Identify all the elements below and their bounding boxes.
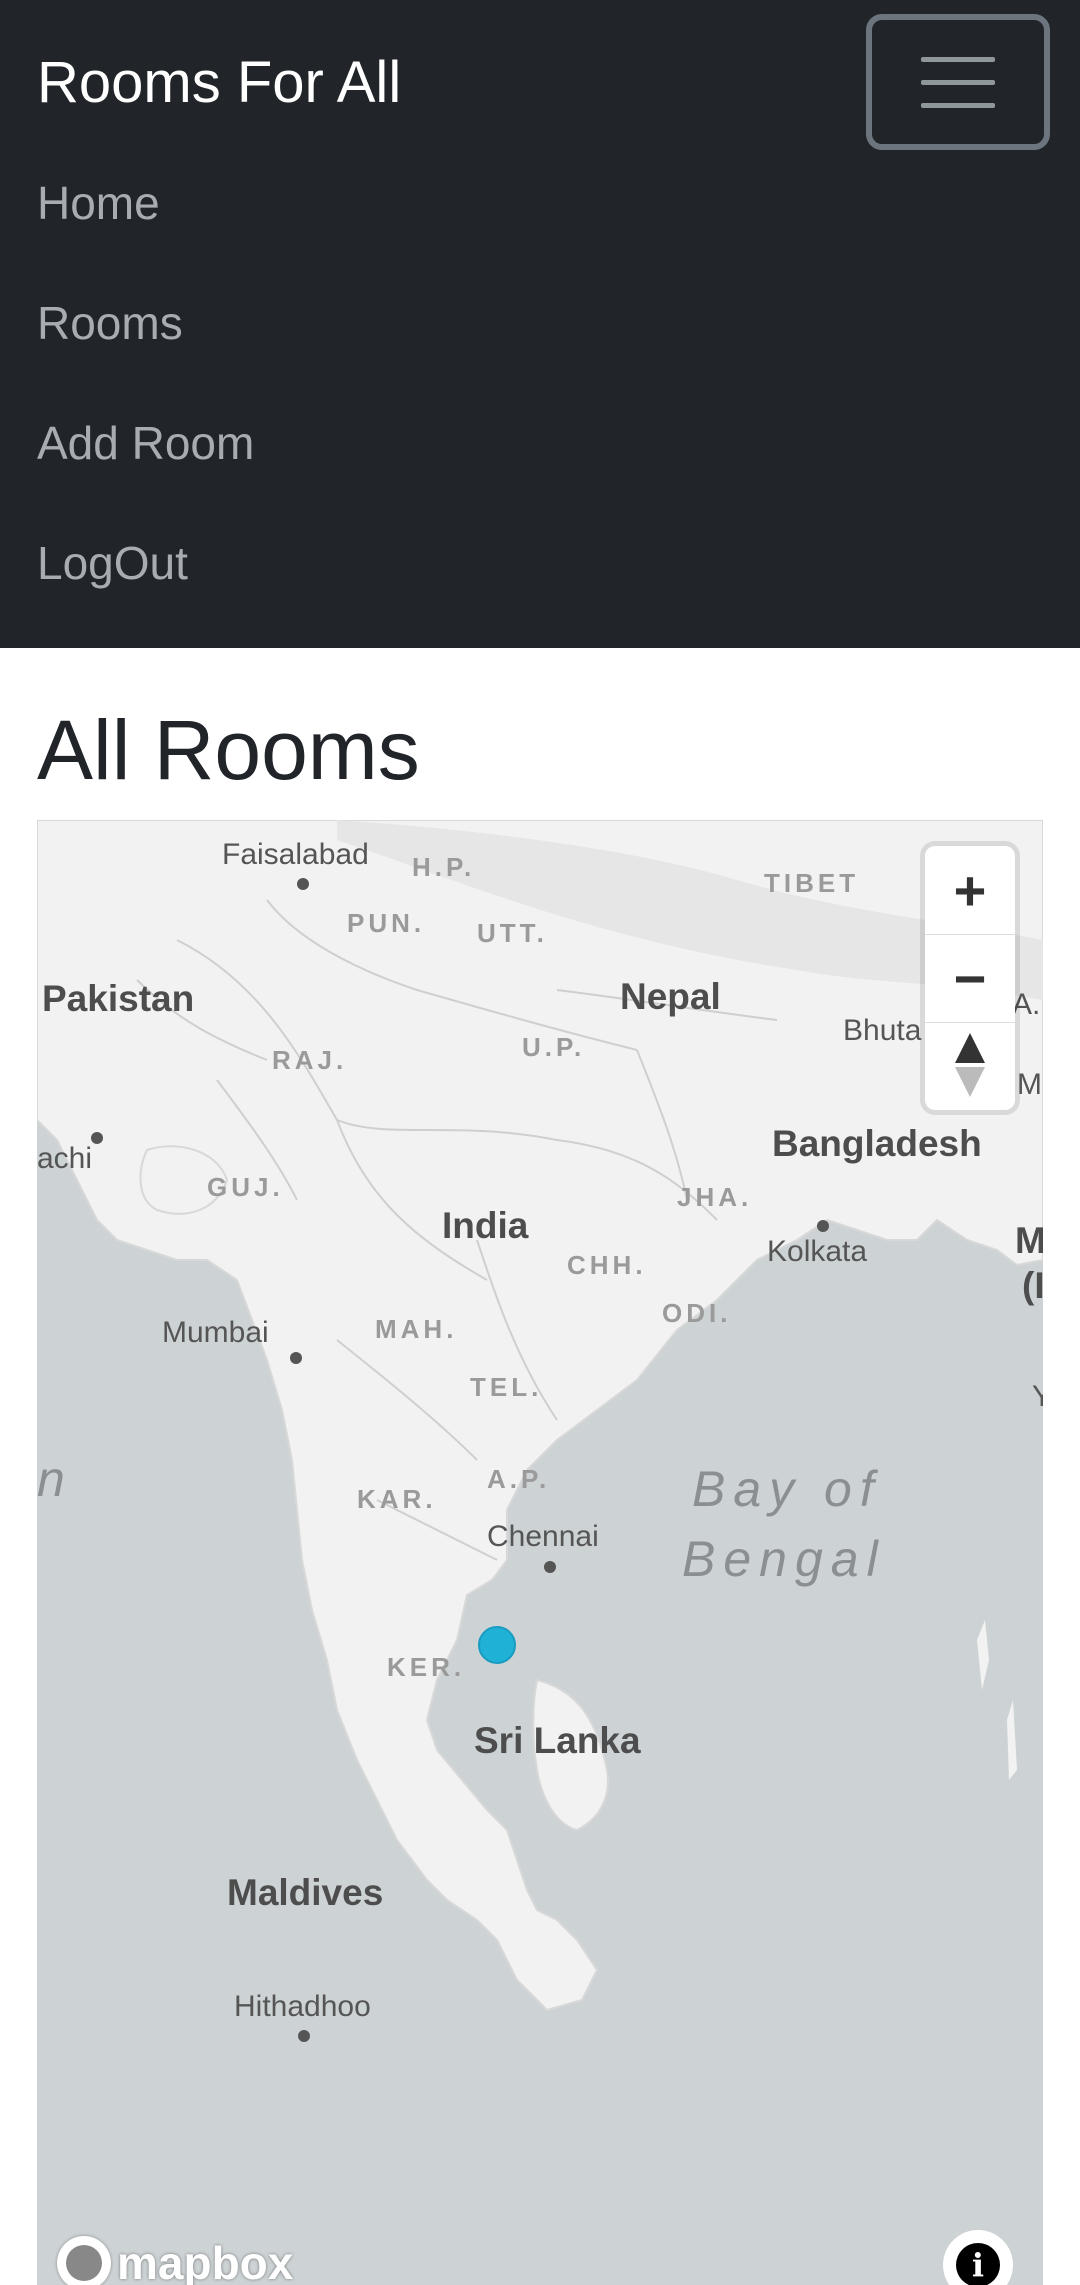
navbar: Rooms For All Home Rooms Add Room LogOut <box>0 0 1080 648</box>
map-label-pakistan: Pakistan <box>42 978 195 1019</box>
map-label-pun: PUN. <box>347 908 426 938</box>
map-label-sri-lanka: Sri Lanka <box>474 1720 641 1761</box>
city-dot-kolkata <box>817 1220 829 1232</box>
city-dot-faisalabad <box>297 878 309 890</box>
city-dot-karachi <box>91 1132 103 1144</box>
map-label-india: India <box>442 1205 529 1246</box>
map-label-faisalabad: Faisalabad <box>222 838 369 871</box>
map-label-edge-paren: (I <box>1022 1265 1043 1306</box>
compass-icon <box>925 1023 1015 1111</box>
map-label-tel: TEL. <box>470 1372 543 1402</box>
map-label-chennai: Chennai <box>487 1520 599 1553</box>
map-navigation-controls: + − <box>925 846 1015 1110</box>
hamburger-icon <box>921 55 995 109</box>
map-label-edge-a: A. <box>1012 988 1041 1021</box>
map-label-utt: UTT. <box>477 918 548 948</box>
map-label-bay-of: Bay of <box>692 1461 882 1517</box>
map-label-jha: JHA. <box>677 1182 753 1212</box>
city-dot-mumbai <box>290 1352 302 1364</box>
map-label-mah: MAH. <box>375 1314 458 1344</box>
map-label-ap: A.P. <box>487 1464 551 1494</box>
map-label-hithadhoo: Hithadhoo <box>234 1990 371 2023</box>
minus-icon: − <box>953 947 987 1010</box>
map-container[interactable]: Faisalabad H.P. PUN. UTT. TIBET Pakistan… <box>37 820 1043 2285</box>
page-title: All Rooms <box>37 703 420 797</box>
map-label-edge-n: n <box>37 1451 73 1507</box>
city-dot-chennai <box>544 1561 556 1573</box>
map-label-karachi: achi <box>37 1142 93 1175</box>
info-icon: i <box>956 2243 1000 2285</box>
nav-link-add-room[interactable]: Add Room <box>37 415 254 471</box>
map-label-nepal: Nepal <box>620 976 721 1017</box>
nav-link-home[interactable]: Home <box>37 175 160 231</box>
room-location-marker[interactable] <box>478 1626 516 1664</box>
map-label-edge-m: M <box>1017 1068 1042 1101</box>
mapbox-logo[interactable]: mapbox <box>57 2235 293 2285</box>
map-label-bhutan: Bhuta <box>843 1014 922 1047</box>
map-label-tibet: TIBET <box>764 868 860 898</box>
map-label-raj: RAJ. <box>272 1045 348 1075</box>
map-label-bangladesh: Bangladesh <box>772 1123 982 1164</box>
plus-icon: + <box>953 858 987 922</box>
nav-link-logout[interactable]: LogOut <box>37 535 188 591</box>
map-label-bengal: Bengal <box>682 1531 886 1587</box>
map-label-kolkata: Kolkata <box>767 1235 868 1268</box>
map-label-maldives: Maldives <box>227 1872 384 1913</box>
map-label-guj: GUJ. <box>207 1172 284 1202</box>
nav-link-rooms[interactable]: Rooms <box>37 295 183 351</box>
map-label-edge-y: Y <box>1032 1380 1043 1413</box>
zoom-in-button[interactable]: + <box>925 846 1015 934</box>
navbar-toggler-button[interactable] <box>866 14 1050 150</box>
zoom-out-button[interactable]: − <box>925 934 1015 1022</box>
map-label-mumbai: Mumbai <box>162 1316 269 1349</box>
reset-bearing-button[interactable] <box>925 1022 1015 1110</box>
mapbox-logo-text: mapbox <box>117 2236 294 2285</box>
map-label-edge-m2: M <box>1015 1220 1043 1261</box>
city-dot-hithadhoo <box>298 2030 310 2042</box>
map-label-chh: CHH. <box>567 1250 647 1280</box>
map-label-up: U.P. <box>522 1032 586 1062</box>
navbar-brand[interactable]: Rooms For All <box>37 48 401 118</box>
map-label-kar: KAR. <box>357 1484 437 1514</box>
map-label-hp: H.P. <box>412 852 476 882</box>
map-label-ker: KER. <box>387 1652 466 1682</box>
map-label-odi: ODI. <box>662 1298 732 1328</box>
